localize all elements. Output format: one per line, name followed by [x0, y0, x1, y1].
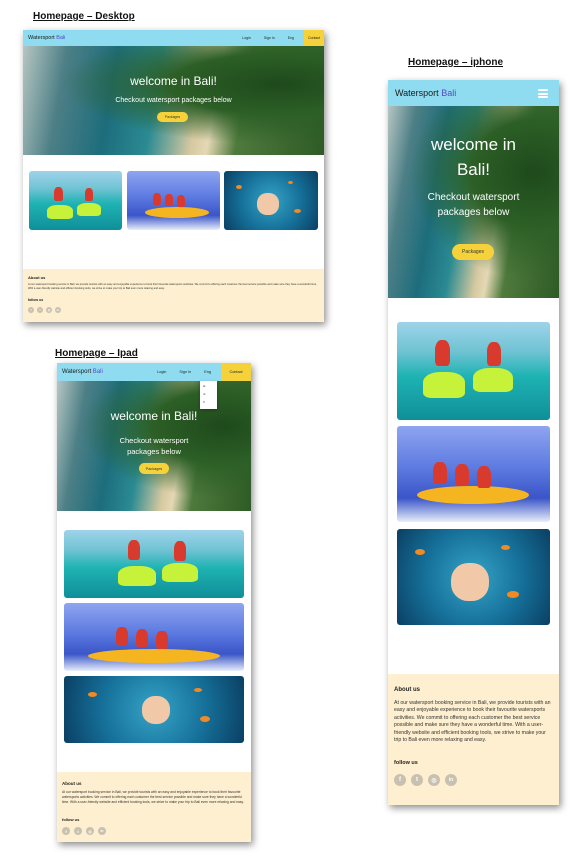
- social-icons: f t ◎ in: [28, 307, 61, 313]
- about-text: At our watersport booking service in Bal…: [28, 283, 317, 290]
- language-dropdown: id nl fr: [200, 381, 217, 409]
- snorkeling-photo[interactable]: [397, 529, 550, 625]
- packages-button[interactable]: Packages: [139, 463, 169, 474]
- snorkeling-photo[interactable]: [64, 676, 244, 743]
- twitter-icon[interactable]: t: [37, 307, 43, 313]
- desktop-mockup: Watersport Bali Login Sign In Eng Contac…: [23, 30, 324, 322]
- jetski-photo[interactable]: [397, 322, 550, 420]
- heading-ipad: Homepage – Ipad: [55, 348, 138, 359]
- brand-logo[interactable]: Watersport Bali: [28, 35, 65, 41]
- language-select[interactable]: Eng: [288, 36, 294, 40]
- navbar: Watersport Bali Login Sign In Eng Contac…: [23, 30, 324, 46]
- snorkeling-photo[interactable]: [224, 171, 318, 230]
- linkedin-icon[interactable]: in: [98, 827, 106, 835]
- about-text: At our watersport booking service in Bal…: [62, 790, 244, 804]
- contact-button[interactable]: Contact: [221, 363, 251, 381]
- facebook-icon[interactable]: f: [394, 774, 406, 786]
- hero-title: welcome in Bali!: [130, 74, 217, 88]
- banana-boat-photo[interactable]: [397, 426, 550, 522]
- hero-title: welcome in Bali!: [430, 135, 517, 179]
- jetski-photo[interactable]: [64, 530, 244, 598]
- iphone-mockup: Watersport Bali welcome in Bali! Checkou…: [388, 80, 559, 805]
- facebook-icon[interactable]: f: [28, 307, 34, 313]
- navbar: Watersport Bali Login Sign In Eng Contac…: [57, 363, 251, 381]
- language-select[interactable]: Eng: [204, 370, 211, 374]
- hamburger-menu-icon[interactable]: [538, 89, 548, 98]
- contact-button[interactable]: Contact: [304, 30, 324, 46]
- facebook-icon[interactable]: f: [62, 827, 70, 835]
- instagram-icon[interactable]: ◎: [428, 774, 440, 786]
- social-icons: f t ◎ in: [62, 827, 106, 835]
- heading-iphone: Homepage – iphone: [408, 57, 504, 68]
- about-heading: About us: [62, 781, 82, 786]
- linkedin-icon[interactable]: in: [55, 307, 61, 313]
- login-link[interactable]: Login: [242, 36, 251, 40]
- about-heading: About us: [394, 687, 420, 693]
- social-icons: f t ◎ in: [394, 774, 457, 786]
- hero-section: welcome in Bali! Checkout watersport pac…: [23, 46, 324, 155]
- about-text: At our watersport booking service in Bal…: [394, 700, 551, 744]
- ipad-mockup: Watersport Bali Login Sign In Eng Contac…: [57, 363, 251, 842]
- banana-boat-photo[interactable]: [127, 171, 220, 230]
- hero-section: welcome in Bali! Checkout watersport pac…: [57, 381, 251, 511]
- banana-boat-photo[interactable]: [64, 603, 244, 671]
- nav-links: Login Sign In Eng Contact: [242, 30, 324, 46]
- navbar: Watersport Bali: [388, 80, 559, 106]
- about-heading: About us: [28, 275, 46, 280]
- language-option[interactable]: nl: [203, 392, 217, 396]
- brand-logo[interactable]: Watersport Bali: [395, 88, 456, 98]
- footer: About us At our watersport booking servi…: [57, 772, 251, 842]
- follow-label: follow us: [62, 817, 80, 822]
- twitter-icon[interactable]: t: [411, 774, 423, 786]
- follow-label: follow us: [28, 298, 44, 302]
- jetski-photo[interactable]: [29, 171, 122, 230]
- instagram-icon[interactable]: ◎: [86, 827, 94, 835]
- linkedin-icon[interactable]: in: [445, 774, 457, 786]
- twitter-icon[interactable]: t: [74, 827, 82, 835]
- footer: About us At our watersport booking servi…: [388, 674, 559, 805]
- brand-logo[interactable]: Watersport Bali: [62, 369, 103, 375]
- signin-link[interactable]: Sign In: [179, 370, 191, 374]
- nav-links: Login Sign In Eng Contact: [157, 363, 251, 381]
- signin-link[interactable]: Sign In: [264, 36, 275, 40]
- hero-subtitle: Checkout watersport packages below: [119, 436, 189, 456]
- packages-button[interactable]: Packages: [157, 112, 188, 122]
- hero-subtitle: Checkout watersport packages below: [427, 192, 520, 218]
- login-link[interactable]: Login: [157, 370, 166, 374]
- hero-subtitle: Checkout watersport packages below: [115, 97, 232, 104]
- language-option[interactable]: fr: [203, 400, 217, 404]
- hero-section: welcome in Bali! Checkout watersport pac…: [388, 106, 559, 298]
- language-option[interactable]: id: [203, 384, 217, 388]
- instagram-icon[interactable]: ◎: [46, 307, 52, 313]
- footer: About us At our watersport booking servi…: [23, 269, 324, 322]
- follow-label: follow us: [394, 760, 418, 766]
- heading-desktop: Homepage – Desktop: [33, 11, 135, 22]
- packages-button[interactable]: Packages: [452, 244, 494, 260]
- hero-title: welcome in Bali!: [110, 409, 198, 423]
